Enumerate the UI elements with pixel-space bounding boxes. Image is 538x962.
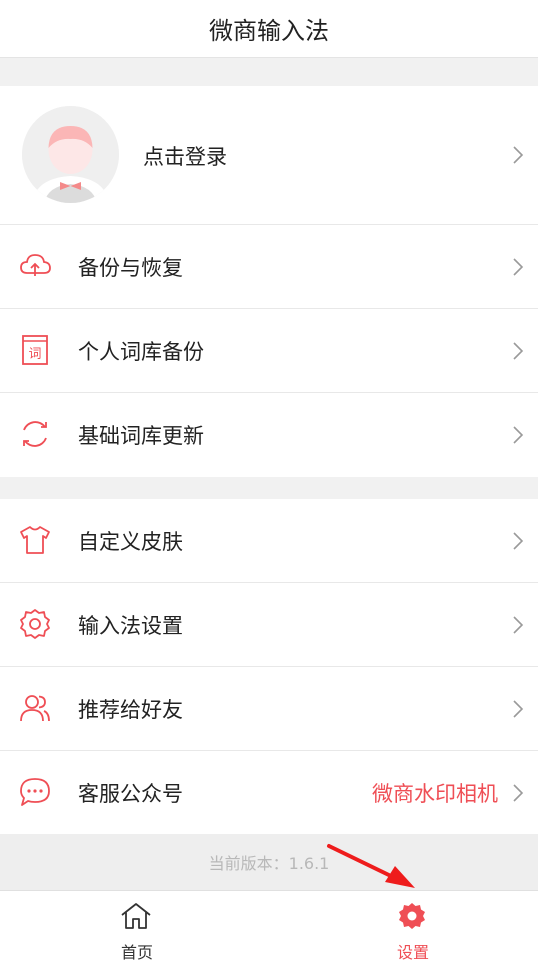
chevron-right-icon bbox=[513, 616, 524, 634]
tab-settings[interactable]: 设置 bbox=[353, 891, 473, 962]
tab-label: 首页 bbox=[120, 943, 153, 962]
login-row[interactable]: 点击登录 bbox=[0, 86, 538, 225]
menu-label: 客服公众号 bbox=[78, 782, 183, 806]
tshirt-icon bbox=[20, 526, 50, 554]
avatar-placeholder-icon bbox=[22, 106, 119, 203]
chevron-right-icon bbox=[513, 784, 524, 802]
tab-home[interactable]: 首页 bbox=[77, 891, 197, 962]
menu-item-recommend-to-friends[interactable]: 推荐给好友 bbox=[0, 667, 538, 751]
chat-bubble-icon bbox=[20, 778, 50, 806]
settings-gear-icon bbox=[399, 903, 425, 929]
menu-label: 输入法设置 bbox=[78, 614, 183, 638]
menu-label: 基础词库更新 bbox=[78, 424, 204, 448]
chevron-right-icon bbox=[513, 342, 524, 360]
bottom-tab-bar: 首页 设置 bbox=[0, 890, 538, 962]
gear-outline-icon bbox=[20, 609, 50, 639]
chevron-right-icon bbox=[513, 426, 524, 444]
menu-value: 微商水印相机 bbox=[372, 782, 498, 806]
menu-label: 备份与恢复 bbox=[78, 256, 183, 280]
tab-label: 设置 bbox=[396, 943, 429, 962]
menu-item-personal-dictionary-backup[interactable]: 词 个人词库备份 bbox=[0, 309, 538, 393]
menu-label: 个人词库备份 bbox=[78, 340, 204, 364]
refresh-icon bbox=[23, 421, 47, 447]
app-header: 微商输入法 bbox=[0, 0, 538, 58]
home-icon bbox=[121, 903, 151, 929]
menu-item-base-dictionary-update[interactable]: 基础词库更新 bbox=[0, 393, 538, 477]
menu-item-backup-restore[interactable]: 备份与恢复 bbox=[0, 225, 538, 309]
version-text: 当前版本：1.6.1 bbox=[0, 834, 538, 890]
annotation-arrow-icon bbox=[327, 844, 415, 888]
menu-item-customer-service-account[interactable]: 客服公众号 微商水印相机 bbox=[0, 751, 538, 834]
cloud-sync-icon bbox=[20, 254, 51, 276]
menu-item-input-settings[interactable]: 输入法设置 bbox=[0, 583, 538, 667]
menu-label: 推荐给好友 bbox=[78, 698, 183, 722]
menu-label: 自定义皮肤 bbox=[78, 530, 183, 554]
chevron-right-icon bbox=[513, 258, 524, 276]
login-label: 点击登录 bbox=[143, 144, 227, 169]
avatar[interactable] bbox=[22, 106, 119, 203]
dictionary-icon: 词 bbox=[22, 335, 48, 365]
menu-item-custom-skin[interactable]: 自定义皮肤 bbox=[0, 499, 538, 583]
chevron-right-icon bbox=[513, 146, 524, 164]
dictionary-icon-text: 词 bbox=[28, 347, 41, 362]
page-title: 微商输入法 bbox=[209, 17, 329, 45]
users-icon bbox=[20, 695, 50, 722]
chevron-right-icon bbox=[513, 532, 524, 550]
chevron-right-icon bbox=[513, 700, 524, 718]
